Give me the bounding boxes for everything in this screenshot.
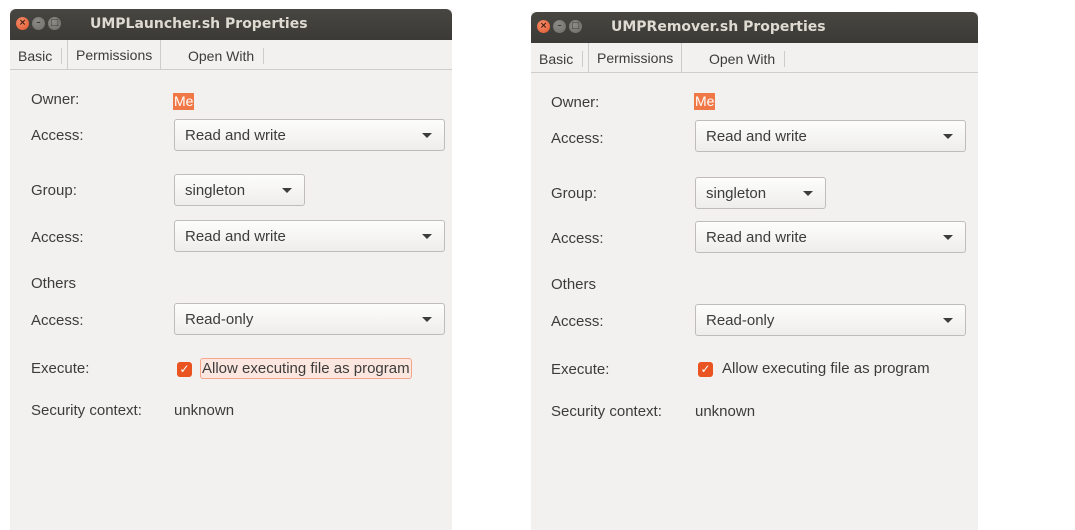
owner-access-label: Access: xyxy=(551,130,604,147)
group-dropdown[interactable]: singleton xyxy=(695,177,826,209)
owner-access-label: Access: xyxy=(31,127,84,144)
security-context-value: unknown xyxy=(174,402,235,419)
others-access-value: Read-only xyxy=(706,312,775,329)
group-access-label: Access: xyxy=(551,230,604,247)
security-context-label: Security context: xyxy=(551,403,662,420)
owner-label: Owner: xyxy=(551,94,600,111)
minimize-icon[interactable]: – xyxy=(553,20,566,33)
chevron-down-icon xyxy=(422,317,432,322)
group-access-value: Read and write xyxy=(185,228,286,245)
execute-label: Execute: xyxy=(551,361,610,378)
tab-permissions[interactable]: Permissions xyxy=(67,40,162,69)
execute-label: Execute: xyxy=(31,360,90,377)
properties-window-launcher: × – □ UMPLauncher.sh Properties Basic Pe… xyxy=(10,9,452,530)
group-label: Group: xyxy=(551,185,597,202)
security-context-value: unknown xyxy=(695,403,756,420)
chevron-down-icon xyxy=(943,134,953,139)
owner-access-value: Read and write xyxy=(185,127,286,144)
group-dropdown[interactable]: singleton xyxy=(174,174,305,206)
security-context-label: Security context: xyxy=(31,402,142,419)
window-title: UMPLauncher.sh Properties xyxy=(90,16,308,32)
group-value: singleton xyxy=(706,185,767,202)
chevron-down-icon xyxy=(943,318,953,323)
others-access-label: Access: xyxy=(551,313,604,330)
tab-open-with[interactable]: Open With xyxy=(709,51,786,67)
owner-access-dropdown[interactable]: Read and write xyxy=(174,119,445,151)
window-title: UMPRemover.sh Properties xyxy=(611,19,826,35)
group-access-dropdown[interactable]: Read and write xyxy=(174,220,445,252)
close-icon[interactable]: × xyxy=(16,17,29,30)
owner-value: Me xyxy=(173,93,195,110)
others-label: Others xyxy=(31,275,77,292)
chevron-down-icon xyxy=(803,191,813,196)
maximize-icon[interactable]: □ xyxy=(569,20,582,33)
title-bar: × – □ UMPRemover.sh Properties xyxy=(531,12,978,43)
others-label: Others xyxy=(551,276,597,293)
group-access-value: Read and write xyxy=(706,229,807,246)
execute-checkbox[interactable]: ✓ xyxy=(698,362,713,377)
group-access-dropdown[interactable]: Read and write xyxy=(695,221,966,253)
owner-label: Owner: xyxy=(31,91,80,108)
group-label: Group: xyxy=(31,182,77,199)
execute-checkbox-label[interactable]: Allow executing file as program xyxy=(722,360,930,377)
owner-access-value: Read and write xyxy=(706,128,807,145)
tab-permissions[interactable]: Permissions xyxy=(588,43,683,72)
others-access-dropdown[interactable]: Read-only xyxy=(695,304,966,336)
owner-value: Me xyxy=(694,93,716,110)
tab-basic[interactable]: Basic xyxy=(18,48,63,64)
execute-checkbox[interactable]: ✓ xyxy=(177,362,192,377)
chevron-down-icon xyxy=(422,133,432,138)
maximize-icon[interactable]: □ xyxy=(48,17,61,30)
title-bar: × – □ UMPLauncher.sh Properties xyxy=(10,9,452,40)
properties-window-remover: × – □ UMPRemover.sh Properties Basic Per… xyxy=(531,12,978,530)
chevron-down-icon xyxy=(422,234,432,239)
others-access-value: Read-only xyxy=(185,311,254,328)
others-access-label: Access: xyxy=(31,312,84,329)
owner-access-dropdown[interactable]: Read and write xyxy=(695,120,966,152)
group-access-label: Access: xyxy=(31,229,84,246)
minimize-icon[interactable]: – xyxy=(32,17,45,30)
tab-bar: Basic Permissions Open With xyxy=(531,43,978,73)
others-access-dropdown[interactable]: Read-only xyxy=(174,303,445,335)
chevron-down-icon xyxy=(282,188,292,193)
tab-bar: Basic Permissions Open With xyxy=(10,40,452,70)
chevron-down-icon xyxy=(943,235,953,240)
execute-checkbox-label[interactable]: Allow executing file as program xyxy=(200,358,412,379)
close-icon[interactable]: × xyxy=(537,20,550,33)
group-value: singleton xyxy=(185,182,246,199)
tab-basic[interactable]: Basic xyxy=(539,51,584,67)
tab-open-with[interactable]: Open With xyxy=(188,48,265,64)
